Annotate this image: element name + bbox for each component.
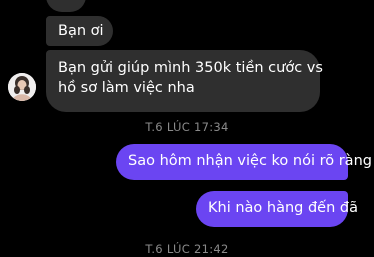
timestamp: T.6 LÚC 17:34 [145,120,229,134]
timestamp: T.6 LÚC 21:42 [145,242,229,256]
message-text-line-1: Bạn gửi giúp mình 350k tiền cước vs [58,60,323,76]
avatar-image [8,73,36,101]
message-text: ạ [58,0,67,1]
message-text-line-2: hồ sơ làm việc nha [58,80,195,96]
message-request[interactable]: Bạn gửi giúp mình 350k tiền cước vs hồ s… [46,50,323,112]
message-outgoing-1[interactable]: Sao hôm nhận việc ko nói rõ ràng [116,144,372,180]
message-text: Khi nào hàng đến đã [208,200,358,216]
message-partial-top[interactable]: ạ [46,0,86,12]
message-text: Sao hôm nhận việc ko nói rõ ràng [128,153,372,169]
message-text: Bạn ơi [58,23,104,39]
message-outgoing-2[interactable]: Khi nào hàng đến đã [196,191,358,227]
contact-avatar[interactable] [8,73,36,101]
message-ban-oi[interactable]: Bạn ơi [46,16,113,46]
